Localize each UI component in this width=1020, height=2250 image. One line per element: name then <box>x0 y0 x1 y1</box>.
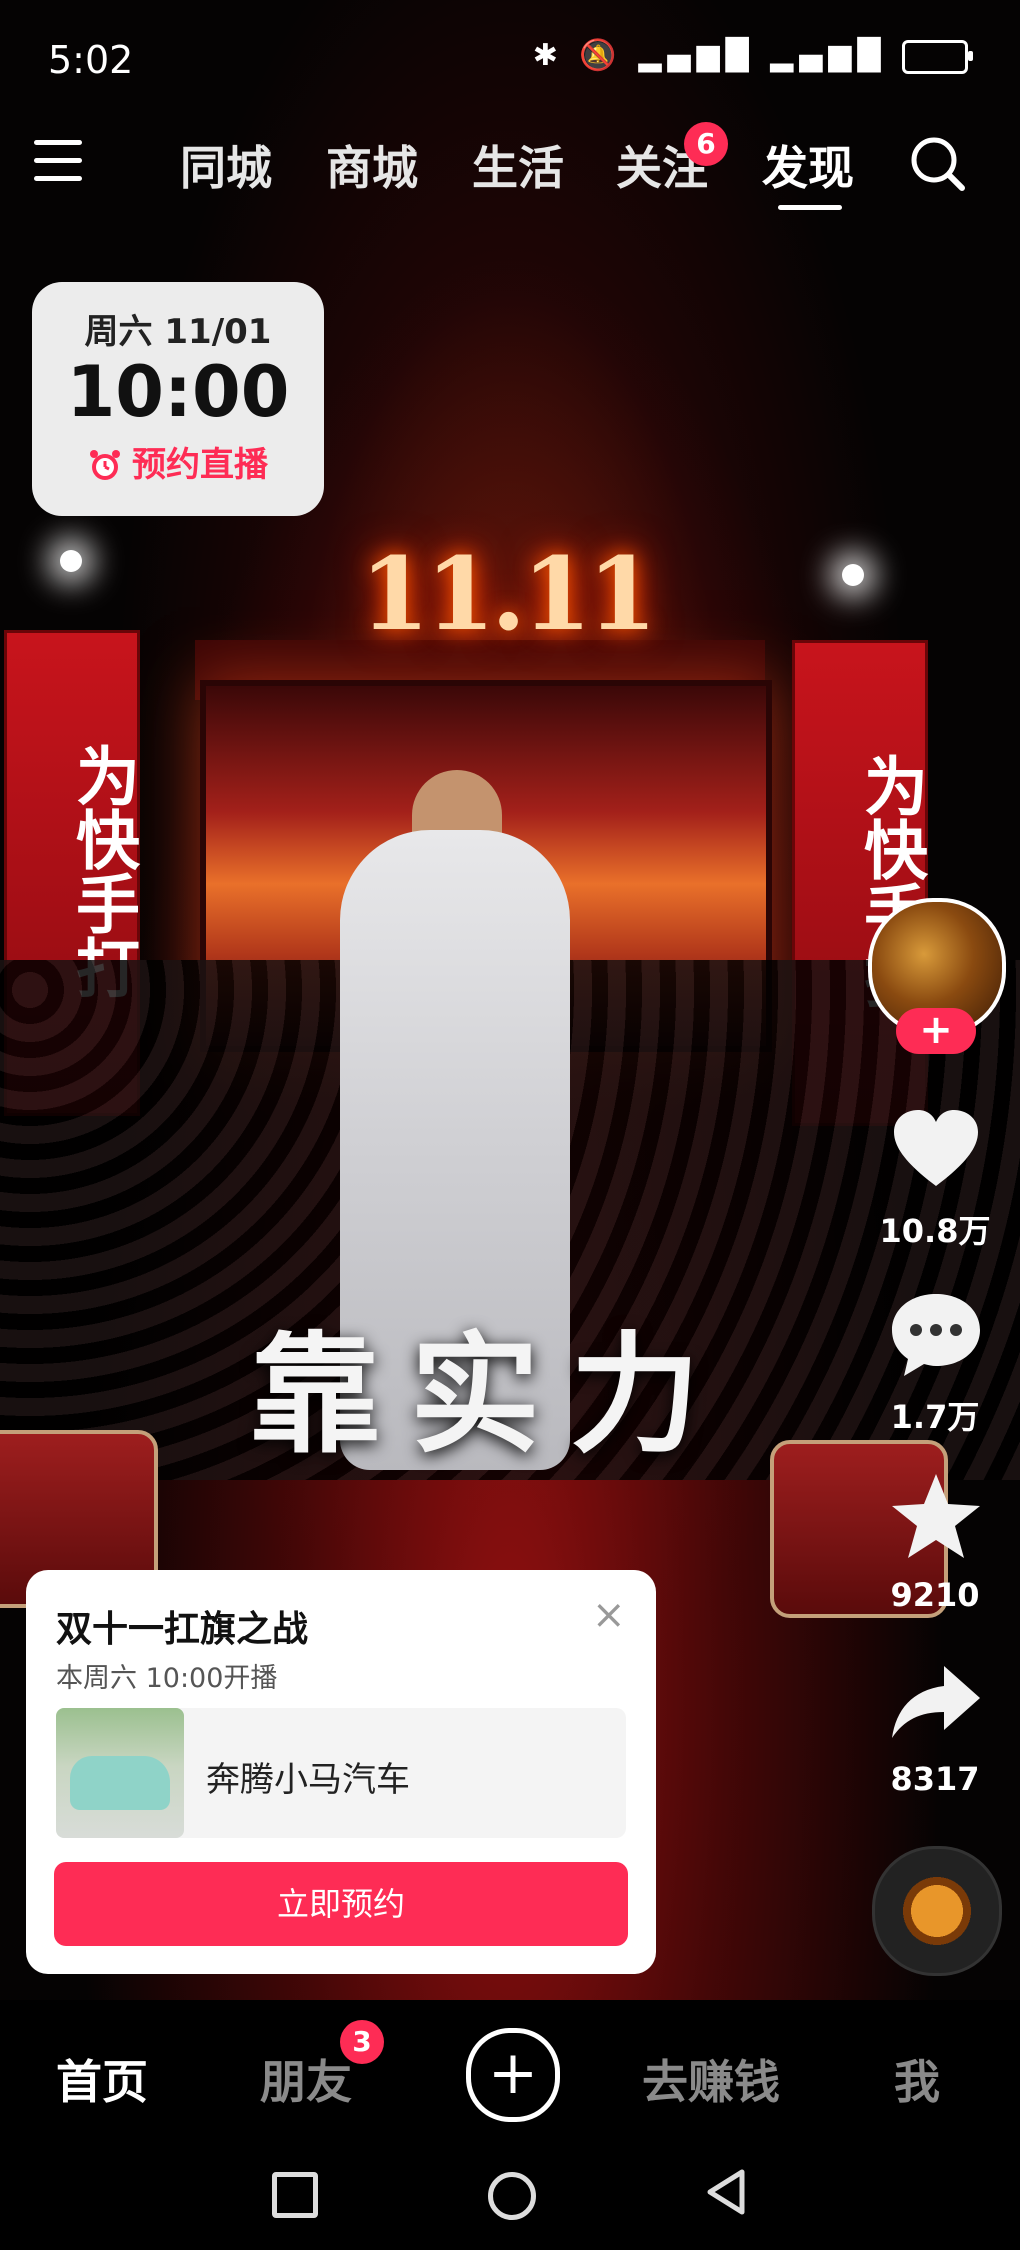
search-icon[interactable] <box>908 134 968 194</box>
alarm-clock-icon <box>90 450 120 480</box>
promo-product[interactable]: 奔腾小马汽车 <box>56 1708 626 1838</box>
reserve-live-label: 预约直播 <box>132 445 268 485</box>
music-disc[interactable] <box>872 1846 1002 1976</box>
mute-icon: 🔕 <box>579 38 623 73</box>
product-thumbnail <box>56 1708 184 1838</box>
menu-icon[interactable] <box>34 140 82 184</box>
reserve-button[interactable]: 立即预约 <box>54 1862 628 1946</box>
active-tab-indicator <box>778 205 842 210</box>
stage-sign: 11.11 <box>360 535 657 653</box>
stage-light-left <box>60 550 82 572</box>
back-icon[interactable] <box>704 2168 748 2216</box>
promo-card: 双十一扛旗之战 本周六 10:00开播 × 奔腾小马汽车 立即预约 <box>26 1570 656 1974</box>
favorite-count: 9210 <box>890 1576 980 1614</box>
tab-mall[interactable]: 商城 <box>326 132 418 198</box>
bluetooth-icon: ✱ <box>532 38 564 73</box>
tab-home[interactable]: 首页 <box>56 2046 148 2112</box>
signal-icon: ▂▄▆█ <box>638 38 755 73</box>
status-icons: ✱ 🔕 ▂▄▆█ ▂▄▆█ <box>532 38 973 74</box>
status-time: 5:02 <box>48 38 134 82</box>
battery-icon <box>902 39 973 74</box>
reserve-live-link[interactable]: 预约直播 <box>32 437 324 486</box>
share-arrow-icon[interactable] <box>886 1652 986 1752</box>
system-nav-bar <box>0 2142 1020 2250</box>
tab-nearby[interactable]: 同城 <box>180 132 272 198</box>
tab-me[interactable]: 我 <box>894 2046 940 2112</box>
schedule-date: 周六 11/01 <box>84 312 272 352</box>
live-schedule-card[interactable]: 周六 11/01 10:00 预约直播 <box>32 282 324 516</box>
video-slogan: 靠实力 <box>250 1318 731 1471</box>
like-icon[interactable] <box>886 1100 986 1200</box>
signal-icon-2: ▂▄▆█ <box>770 38 887 73</box>
follow-button[interactable]: + <box>896 1008 976 1054</box>
comment-count: 1.7万 <box>890 1398 980 1436</box>
following-badge: 6 <box>684 122 728 166</box>
bottom-nav: 首页 朋友 3 + 去赚钱 我 <box>0 2002 1020 2142</box>
like-count: 10.8万 <box>879 1212 991 1250</box>
promo-title: 双十一扛旗之战 <box>56 1609 309 1650</box>
create-button[interactable]: + <box>466 2028 560 2122</box>
recents-icon[interactable] <box>272 2172 318 2218</box>
promo-subtitle: 本周六 10:00开播 <box>56 1663 278 1694</box>
tab-earn[interactable]: 去赚钱 <box>642 2046 780 2112</box>
home-icon[interactable] <box>488 2172 536 2220</box>
tab-life[interactable]: 生活 <box>472 132 564 198</box>
comment-icon[interactable] <box>886 1284 986 1384</box>
friends-badge: 3 <box>340 2020 384 2064</box>
banner-left-text: 为快手打 <box>65 743 140 999</box>
tab-friends[interactable]: 朋友 <box>260 2046 352 2112</box>
share-count: 8317 <box>890 1760 980 1798</box>
favorite-star-icon[interactable] <box>886 1468 986 1568</box>
close-icon[interactable]: × <box>592 1592 626 1638</box>
product-name: 奔腾小马汽车 <box>206 1760 410 1800</box>
schedule-time: 10:00 <box>66 351 290 433</box>
tab-discover[interactable]: 发现 <box>762 132 854 198</box>
car-image <box>70 1756 170 1810</box>
stage-light-right <box>842 564 864 586</box>
